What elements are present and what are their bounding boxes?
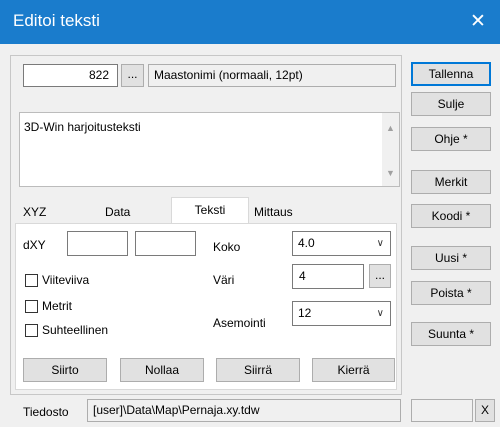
viiteviiva-label: Viiteviiva [42,273,90,287]
poista-button[interactable]: Poista * [411,281,491,305]
tallenna-button[interactable]: Tallenna [411,62,491,86]
siirra-button[interactable]: Siirrä [216,358,300,382]
suunta-button[interactable]: Suunta * [411,322,491,346]
sulje-button[interactable]: Sulje [411,92,491,116]
scroll-down-icon[interactable]: ▼ [386,168,395,178]
dxy-label: dXY [23,238,46,252]
merkit-button[interactable]: Merkit [411,170,491,194]
object-number-field[interactable]: 822 [23,64,118,87]
viiteviiva-checkbox[interactable] [25,274,38,287]
object-browse-button[interactable]: ... [121,64,144,87]
dxy-x-field[interactable] [67,231,128,256]
metrit-checkbox[interactable] [25,300,38,313]
suhteellinen-label: Suhteellinen [42,323,109,337]
metrit-label: Metrit [42,299,72,313]
text-content-area[interactable]: 3D-Win harjoitusteksti ▲ ▼ [19,112,400,187]
vari-label: Väri [213,273,235,287]
dxy-y-field[interactable] [135,231,196,256]
close-icon[interactable]: ✕ [456,0,500,44]
text-style-label: Maastonimi (normaali, 12pt) [148,64,396,87]
tab-data[interactable]: Data [105,201,130,223]
ohje-button[interactable]: Ohje * [411,127,491,151]
asemointi-select[interactable]: 12 ∨ [292,301,391,326]
koko-select[interactable]: 4.0 ∨ [292,231,391,256]
vari-field[interactable]: 4 [292,264,364,289]
color-browse-button[interactable]: ... [369,264,391,288]
window-title: Editoi teksti [13,11,100,30]
tiedosto-label: Tiedosto [23,405,69,419]
koko-value: 4.0 [298,236,315,250]
nollaa-button[interactable]: Nollaa [120,358,204,382]
clear-file-button[interactable]: X [475,399,495,422]
koko-label: Koko [213,240,241,254]
scroll-up-icon[interactable]: ▲ [386,123,395,133]
tab-teksti[interactable]: Teksti [171,197,249,224]
siirto-button[interactable]: Siirto [23,358,107,382]
asemointi-value: 12 [298,306,312,320]
tab-mittaus[interactable]: Mittaus [254,201,293,223]
file-path-field: [user]\Data\Map\Pernaja.xy.tdw [87,399,401,422]
chevron-down-icon: ∨ [376,238,384,249]
text-content-value: 3D-Win harjoitusteksti [24,120,141,134]
file-extra-box [411,399,473,422]
koodi-button[interactable]: Koodi * [411,204,491,228]
chevron-down-icon: ∨ [376,308,384,319]
tab-xyz[interactable]: XYZ [23,201,46,223]
asemointi-label: Asemointi [213,316,266,330]
text-scrollbar[interactable]: ▲ ▼ [382,113,399,186]
uusi-button[interactable]: Uusi * [411,246,491,270]
suhteellinen-checkbox[interactable] [25,324,38,337]
kierra-button[interactable]: Kierrä [312,358,395,382]
title-bar: Editoi teksti ✕ [0,0,500,44]
